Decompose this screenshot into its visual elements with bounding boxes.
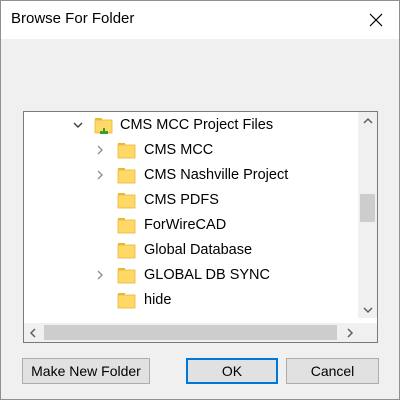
tree-item[interactable]: GLOBAL DB SYNC	[24, 263, 358, 288]
tree-item[interactable]: CMS MCC Project Files	[24, 113, 358, 138]
tree-item[interactable]: CMS PDFS	[24, 188, 358, 213]
tree-item-label: GLOBAL DB SYNC	[144, 267, 270, 283]
close-button[interactable]	[353, 1, 399, 39]
tree-item-label: CMS MCC Project Files	[120, 117, 274, 133]
folder-icon	[117, 143, 136, 159]
chevron-down-icon	[362, 306, 373, 313]
folder-icon	[117, 243, 136, 259]
chevron-down-icon[interactable]	[72, 119, 84, 131]
ok-button[interactable]: OK	[186, 358, 278, 384]
tree-item[interactable]: CMS MCC	[24, 138, 358, 163]
cancel-button[interactable]: Cancel	[286, 358, 379, 384]
tree-item-label: hide	[144, 292, 172, 308]
folder-tree[interactable]: CMS MCC Project Files CMS MCC CMS Nashvill…	[23, 111, 378, 343]
vertical-scrollbar[interactable]	[358, 112, 377, 318]
folder-tree-viewport: CMS MCC Project Files CMS MCC CMS Nashvill…	[24, 112, 358, 318]
tree-item[interactable]: hide	[24, 288, 358, 313]
tree-item-label: CMS Nashville Project	[144, 167, 289, 183]
close-icon	[369, 13, 383, 27]
folder-icon	[117, 218, 136, 234]
tree-item[interactable]: Global Database	[24, 238, 358, 263]
tree-item-label: Global Database	[144, 242, 253, 258]
tree-item-label: CMS PDFS	[144, 192, 219, 208]
chevron-right-icon[interactable]	[94, 144, 106, 156]
chevron-right-icon[interactable]	[94, 169, 106, 181]
folder-icon	[117, 168, 136, 184]
title-bar[interactable]: Browse For Folder	[1, 1, 399, 39]
horizontal-scroll-thumb[interactable]	[44, 325, 337, 340]
make-new-folder-button[interactable]: Make New Folder	[22, 358, 150, 384]
shared-folder-icon	[94, 118, 113, 134]
folder-icon	[117, 193, 136, 209]
chevron-up-icon	[362, 117, 373, 124]
tree-item-label: ForWireCAD	[144, 217, 227, 233]
folder-icon	[117, 293, 136, 309]
vertical-scroll-thumb[interactable]	[360, 194, 375, 222]
scroll-down-button[interactable]	[358, 301, 377, 318]
scrollbar-corner	[358, 323, 377, 342]
browse-for-folder-dialog: Browse For Folder CMS MCC Project Files C…	[0, 0, 400, 400]
chevron-right-icon[interactable]	[94, 269, 106, 281]
chevron-right-icon	[346, 327, 353, 338]
scroll-up-button[interactable]	[358, 112, 377, 129]
chevron-left-icon	[29, 327, 36, 338]
scroll-right-button[interactable]	[341, 323, 358, 342]
tree-item[interactable]: ForWireCAD	[24, 213, 358, 238]
dialog-title: Browse For Folder	[11, 10, 135, 27]
tree-item[interactable]: CMS Nashville Project	[24, 163, 358, 188]
scroll-left-button[interactable]	[24, 323, 41, 342]
horizontal-scrollbar[interactable]	[24, 323, 358, 342]
folder-icon	[117, 268, 136, 284]
tree-item-label: CMS MCC	[144, 142, 214, 158]
